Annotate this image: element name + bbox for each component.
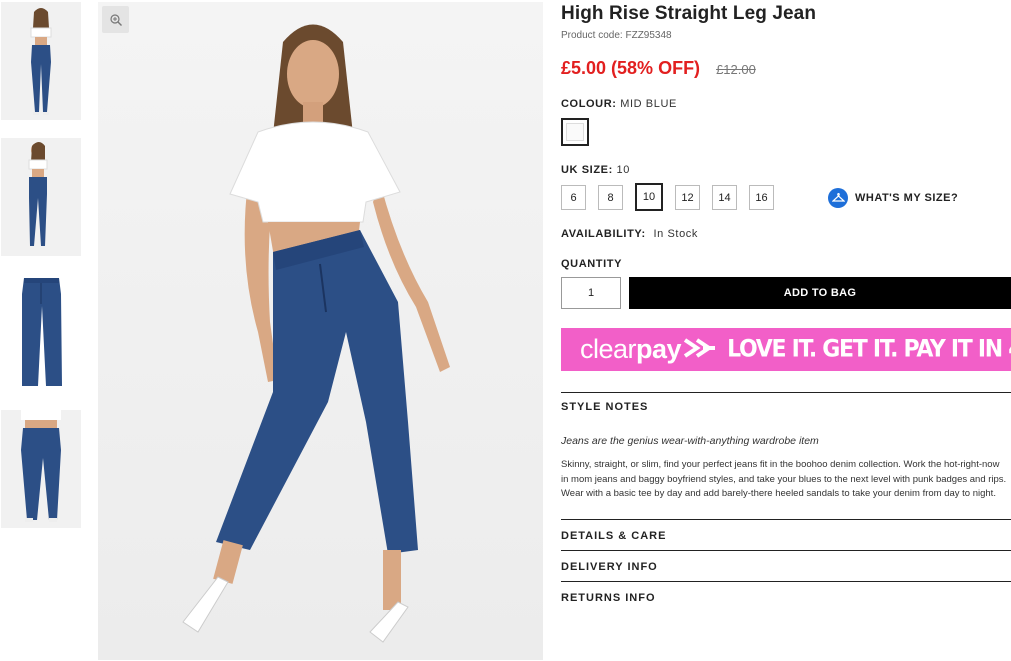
thumbnail-side[interactable] xyxy=(1,138,81,256)
delivery-info-accordion[interactable]: DELIVERY INFO xyxy=(561,549,1011,581)
model-photo xyxy=(182,24,450,643)
style-notes-intro: Jeans are the genius wear-with-anything … xyxy=(561,435,819,447)
returns-info-accordion[interactable]: RETURNS INFO xyxy=(561,580,1011,612)
clearpay-banner[interactable]: clearpay LOVE IT. GET IT. PAY IT IN 4. I… xyxy=(561,328,1011,371)
clearpay-arrow-icon xyxy=(683,338,716,358)
whats-my-size-label: WHAT'S MY SIZE? xyxy=(855,191,959,204)
size-option-6[interactable]: 6 xyxy=(561,185,586,210)
product-title: High Rise Straight Leg Jean xyxy=(561,3,817,24)
size-option-16[interactable]: 16 xyxy=(749,185,774,210)
size-option-14[interactable]: 14 xyxy=(712,185,737,210)
details-care-title: DETAILS & CARE xyxy=(561,529,667,542)
colour-value: MID BLUE xyxy=(620,98,677,110)
price-row: £5.00 (58% OFF) £12.00 xyxy=(561,58,1011,79)
size-options: 6 8 10 12 14 16 WHAT'S MY SIZE? xyxy=(561,183,1011,211)
details-care-accordion[interactable]: DETAILS & CARE xyxy=(561,518,1011,550)
clearpay-logo: clearpay xyxy=(580,334,717,365)
product-info-panel: High Rise Straight Leg Jean Product code… xyxy=(561,0,1011,612)
original-price: £12.00 xyxy=(716,62,756,77)
style-notes-title[interactable]: STYLE NOTES xyxy=(561,401,1011,413)
whats-my-size-link[interactable]: WHAT'S MY SIZE? xyxy=(828,187,959,208)
zoom-icon xyxy=(109,13,122,26)
sale-price: £5.00 (58% OFF) xyxy=(561,58,701,78)
delivery-info-title: DELIVERY INFO xyxy=(561,560,658,573)
clearpay-tagline: LOVE IT. GET IT. PAY IT IN 4. INTEREST-F… xyxy=(727,335,1011,364)
thumbnail-flat[interactable] xyxy=(1,274,81,392)
availability: AVAILABILITY: In Stock xyxy=(561,228,698,240)
returns-info-title: RETURNS INFO xyxy=(561,591,656,604)
quantity-label: QUANTITY xyxy=(561,258,623,270)
thumbnail-back[interactable] xyxy=(1,410,81,528)
add-to-bag-button[interactable]: ADD TO BAG xyxy=(629,277,1011,309)
thumbnail-front[interactable] xyxy=(1,2,81,120)
product-code: Product code: FZZ95348 xyxy=(561,30,672,41)
thumbnail-gallery xyxy=(1,2,81,546)
quantity-row: 1 ADD TO BAG xyxy=(561,277,1011,309)
quantity-input[interactable]: 1 xyxy=(561,277,621,309)
style-notes-section: STYLE NOTES Jeans are the genius wear-wi… xyxy=(561,392,1011,502)
availability-value: In Stock xyxy=(653,228,698,240)
size-label: UK SIZE: 10 xyxy=(561,164,630,176)
colour-swatch[interactable] xyxy=(561,118,589,146)
size-option-8[interactable]: 8 xyxy=(598,185,623,210)
size-value: 10 xyxy=(616,164,630,176)
size-option-10[interactable]: 10 xyxy=(635,183,663,211)
zoom-button[interactable] xyxy=(102,6,129,33)
size-option-12[interactable]: 12 xyxy=(675,185,700,210)
style-notes-body: Skinny, straight, or slim, find your per… xyxy=(561,459,1007,499)
colour-label: COLOUR: MID BLUE xyxy=(561,98,677,110)
hanger-icon xyxy=(828,187,848,208)
main-product-image[interactable] xyxy=(98,2,543,660)
